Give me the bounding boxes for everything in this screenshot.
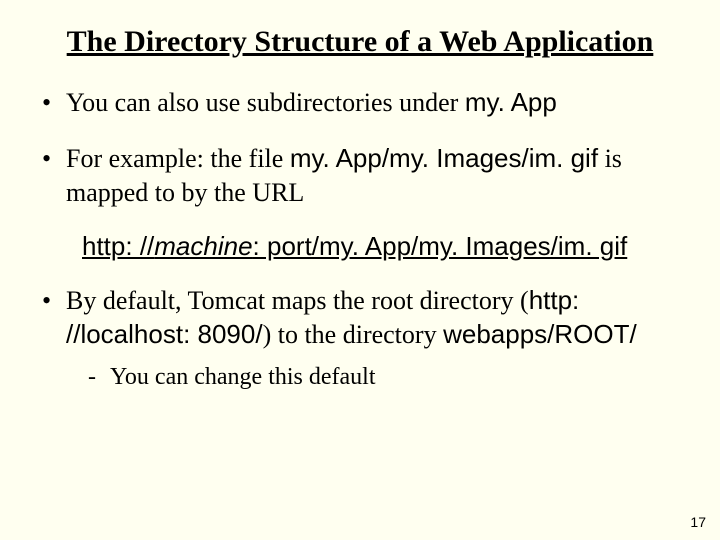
- bullet-item-3: By default, Tomcat maps the root directo…: [40, 284, 680, 393]
- slide-title: The Directory Structure of a Web Applica…: [40, 24, 680, 60]
- example-url: http: //machine: port/my. App/my. Images…: [82, 231, 680, 262]
- url-machine: machine: [154, 231, 252, 261]
- url-post: : port/my. App/my. Images/im. gif: [253, 231, 628, 261]
- bullet-1-code: my. App: [465, 87, 557, 117]
- url-pre: http: //: [82, 231, 154, 261]
- bullet-3-mid: ) to the directory: [263, 320, 444, 349]
- bullet-2-code: my. App/my. Images/im. gif: [290, 143, 598, 173]
- slide: The Directory Structure of a Web Applica…: [0, 0, 720, 540]
- bullet-3-pre: By default, Tomcat maps the root directo…: [66, 286, 529, 315]
- bullet-item-1: You can also use subdirectories under my…: [40, 86, 680, 120]
- bullet-2-pre: For example: the file: [66, 144, 290, 173]
- sub-bullet-1: You can change this default: [88, 362, 680, 393]
- bullet-3-dir: webapps/ROOT/: [443, 319, 637, 349]
- bullet-1-text: You can also use subdirectories under: [66, 88, 465, 117]
- page-number: 17: [690, 514, 706, 530]
- bullet-item-2: For example: the file my. App/my. Images…: [40, 142, 680, 210]
- bullet-list-2: By default, Tomcat maps the root directo…: [40, 284, 680, 393]
- bullet-list: You can also use subdirectories under my…: [40, 86, 680, 209]
- sub-bullet-list: You can change this default: [88, 362, 680, 393]
